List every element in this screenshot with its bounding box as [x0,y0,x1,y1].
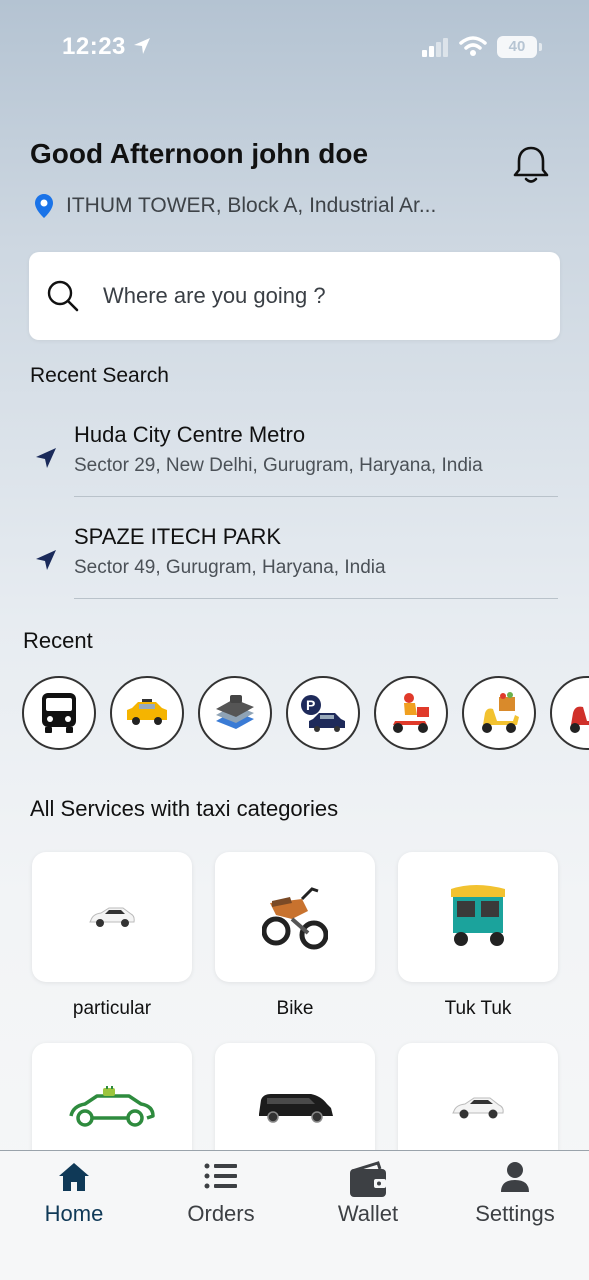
service-label: particular [72,998,152,1019]
recent-place-name: Huda City Centre Metro [74,422,306,447]
divider [74,598,558,599]
recent-scooter-button[interactable] [550,676,589,750]
svg-text:P: P [306,697,315,713]
bottom-navigation: Home Orders Wallet Settings [0,1150,589,1280]
recent-taxi-button[interactable] [110,676,184,750]
motorbike-icon [262,887,328,950]
recent-place-name: SPAZE ITECH PARK [74,524,282,549]
service-tile-tuk-tuk[interactable]: Tuk Tuk [398,852,558,1020]
delivery-scooter-icon [393,693,429,733]
recent-grocery-button[interactable] [462,676,536,750]
tab-wallet[interactable]: Wallet [298,1151,438,1251]
notification-bell-icon[interactable] [513,144,549,186]
status-bar: 12:23 40 [0,0,589,95]
recent-parking-button[interactable]: P [286,676,360,750]
scooter-icon [570,706,589,733]
service-label: Bike [276,998,314,1019]
bus-icon [42,693,76,733]
divider [74,496,558,497]
wifi-icon [459,36,487,56]
recent-delivery-button[interactable] [374,676,448,750]
location-pin-icon [35,194,53,218]
recent-laundry-button[interactable] [198,676,272,750]
battery-icon: 40 [497,36,537,58]
white-car-icon [89,907,135,927]
status-time: 12:23 [62,33,126,60]
service-tile-particular[interactable]: particular [32,852,192,1020]
current-location[interactable]: ITHUM TOWER, Block A, Industrial Ar... [34,193,436,219]
recent-heading: Recent [23,628,93,653]
navigation-arrow-icon [36,550,56,570]
tab-home[interactable]: Home [4,1151,144,1251]
taxi-icon [127,699,167,725]
wallet-icon [350,1161,386,1197]
signal-icon [422,38,448,57]
recent-place-address: Sector 29, New Delhi, Gurugram, Haryana,… [74,455,483,476]
tab-orders-label: Orders [187,1201,255,1226]
electric-car-icon [69,1086,155,1127]
services-heading: All Services with taxi categories [30,796,339,821]
service-card [398,852,558,982]
service-tile-bike[interactable]: Bike [215,852,375,1020]
service-label: Tuk Tuk [444,998,512,1019]
location-arrow-icon [134,38,150,54]
recent-bus-button[interactable] [22,676,96,750]
parking-icon: P [301,695,345,732]
tab-home-label: Home [44,1201,104,1226]
tab-settings[interactable]: Settings [445,1151,585,1251]
laundry-icon [216,695,254,729]
black-van-icon [259,1094,333,1123]
service-card [215,852,375,982]
current-address: ITHUM TOWER, Block A, Industrial Ar... [66,194,437,217]
navigation-arrow-icon [36,448,56,468]
tab-wallet-label: Wallet [337,1201,399,1226]
recent-categories-row: P [22,676,589,752]
home-icon [59,1163,89,1191]
search-icon [47,280,79,312]
greeting-title: Good Afternoon john doe [30,138,369,169]
tab-settings-label: Settings [475,1201,555,1226]
service-card [32,852,192,982]
recent-search-item[interactable]: SPAZE ITECH PARK Sector 49, Gurugram, Ha… [30,512,558,612]
battery-tip [539,43,542,51]
list-icon [204,1163,237,1189]
grocery-scooter-icon [482,692,519,733]
recent-search-item[interactable]: Huda City Centre Metro Sector 29, New De… [30,410,558,510]
recent-place-address: Sector 49, Gurugram, Haryana, India [74,557,386,578]
recent-search-heading: Recent Search [30,364,169,387]
user-icon [501,1162,529,1192]
tuk-tuk-icon [451,885,505,946]
battery-level: 40 [508,38,526,55]
white-car-icon [452,1097,504,1119]
destination-search-input[interactable] [103,278,523,314]
search-box[interactable] [29,252,560,340]
tab-orders[interactable]: Orders [151,1151,291,1251]
